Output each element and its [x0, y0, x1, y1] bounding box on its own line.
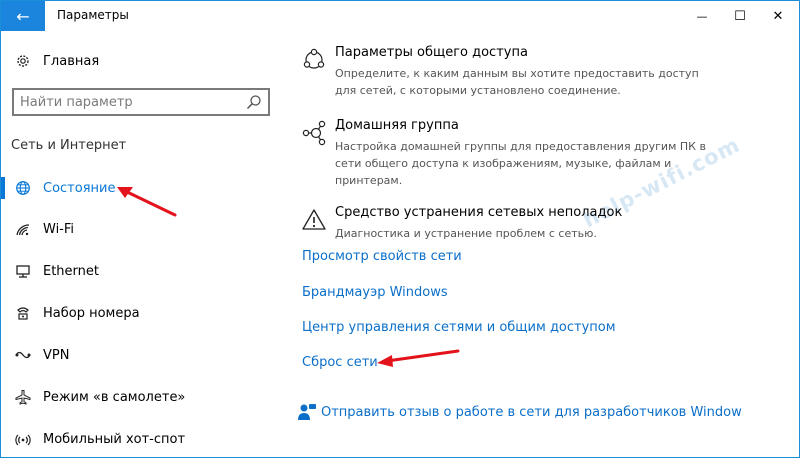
- sidebar-item-airplane[interactable]: Режим «в самолете»: [1, 377, 283, 417]
- sidebar-item-label: Главная: [43, 53, 100, 69]
- sidebar: Главная Сеть и Интернет Состояние Wi-Fi: [1, 31, 283, 457]
- annotation-arrow-reset: [377, 349, 460, 367]
- sidebar-item-label: Набор номера: [43, 305, 140, 321]
- gear-icon: [14, 52, 32, 70]
- troubleshooter-description: Диагностика и устранение проблем с сетью…: [335, 227, 597, 240]
- sidebar-item-label: Wi-Fi: [43, 221, 75, 237]
- close-icon: ✕: [772, 8, 784, 24]
- sidebar-item-label: VPN: [43, 347, 70, 363]
- sidebar-item-dialup[interactable]: Набор номера: [1, 293, 283, 333]
- sidebar-item-ethernet[interactable]: Ethernet: [1, 251, 283, 291]
- feedback-link[interactable]: Отправить отзыв о работе в сети для разр…: [297, 403, 742, 421]
- troubleshooter-item[interactable]: Средство устранения сетевых неполадок Ди…: [301, 205, 761, 249]
- search-icon[interactable]: [246, 94, 262, 110]
- section-title: Сеть и Интернет: [11, 138, 127, 153]
- network-reset-link[interactable]: Сброс сети: [302, 355, 378, 370]
- sidebar-item-label: Мобильный хот-спот: [43, 431, 186, 447]
- homegroup-item[interactable]: Домашняя группа Настройка домашней групп…: [301, 118, 761, 198]
- feedback-icon: [297, 403, 317, 421]
- main-content: help-wifi.com Параметры общего доступа О…: [283, 31, 799, 457]
- window-title: Параметры: [57, 8, 129, 22]
- windows-firewall-link[interactable]: Брандмауэр Windows: [302, 285, 448, 300]
- minimize-icon: —: [696, 9, 708, 23]
- annotation-arrow-status: [117, 187, 177, 217]
- troubleshooter-title: Средство устранения сетевых неполадок: [335, 205, 623, 220]
- sidebar-item-vpn[interactable]: VPN: [1, 335, 283, 375]
- phone-icon: [14, 304, 32, 322]
- sidebar-item-home[interactable]: Главная: [1, 41, 283, 81]
- search-box[interactable]: [12, 88, 270, 116]
- sidebar-item-hotspot[interactable]: Мобильный хот-спот: [1, 419, 283, 457]
- homegroup-description: Настройка домашней группы для предоставл…: [335, 140, 706, 187]
- search-input[interactable]: [20, 90, 240, 114]
- maximize-icon: ☐: [734, 8, 746, 24]
- selection-indicator: [1, 177, 5, 199]
- title-bar: ← Параметры — ☐ ✕: [1, 1, 799, 31]
- sharing-options-description: Определите, к каким данным вы хотите пре…: [335, 67, 699, 97]
- homegroup-title: Домашняя группа: [335, 118, 459, 133]
- maximize-button[interactable]: ☐: [721, 1, 759, 31]
- homegroup-icon: [301, 120, 327, 146]
- warning-icon: [301, 207, 327, 233]
- sidebar-item-label: Режим «в самолете»: [43, 389, 186, 405]
- vpn-icon: [14, 346, 32, 364]
- wifi-icon: [14, 220, 32, 238]
- settings-window: ← Параметры — ☐ ✕ Главная Сеть и Интерне…: [0, 0, 800, 458]
- share-icon: [301, 47, 327, 73]
- view-network-properties-link[interactable]: Просмотр свойств сети: [302, 249, 462, 264]
- back-arrow-icon: ←: [16, 6, 30, 26]
- close-button[interactable]: ✕: [759, 1, 797, 31]
- sidebar-item-label: Ethernet: [43, 263, 99, 279]
- ethernet-icon: [14, 262, 32, 280]
- globe-icon: [14, 179, 32, 197]
- sharing-options-title: Параметры общего доступа: [335, 45, 528, 60]
- airplane-icon: [14, 388, 32, 406]
- hotspot-icon: [14, 430, 32, 448]
- feedback-link-label: Отправить отзыв о работе в сети для разр…: [321, 404, 742, 420]
- network-sharing-center-link[interactable]: Центр управления сетями и общим доступом: [302, 320, 616, 335]
- back-button[interactable]: ←: [1, 1, 45, 31]
- sharing-options-item[interactable]: Параметры общего доступа Определите, к к…: [301, 45, 761, 105]
- minimize-button[interactable]: —: [683, 1, 721, 31]
- sidebar-item-label: Состояние: [43, 180, 116, 196]
